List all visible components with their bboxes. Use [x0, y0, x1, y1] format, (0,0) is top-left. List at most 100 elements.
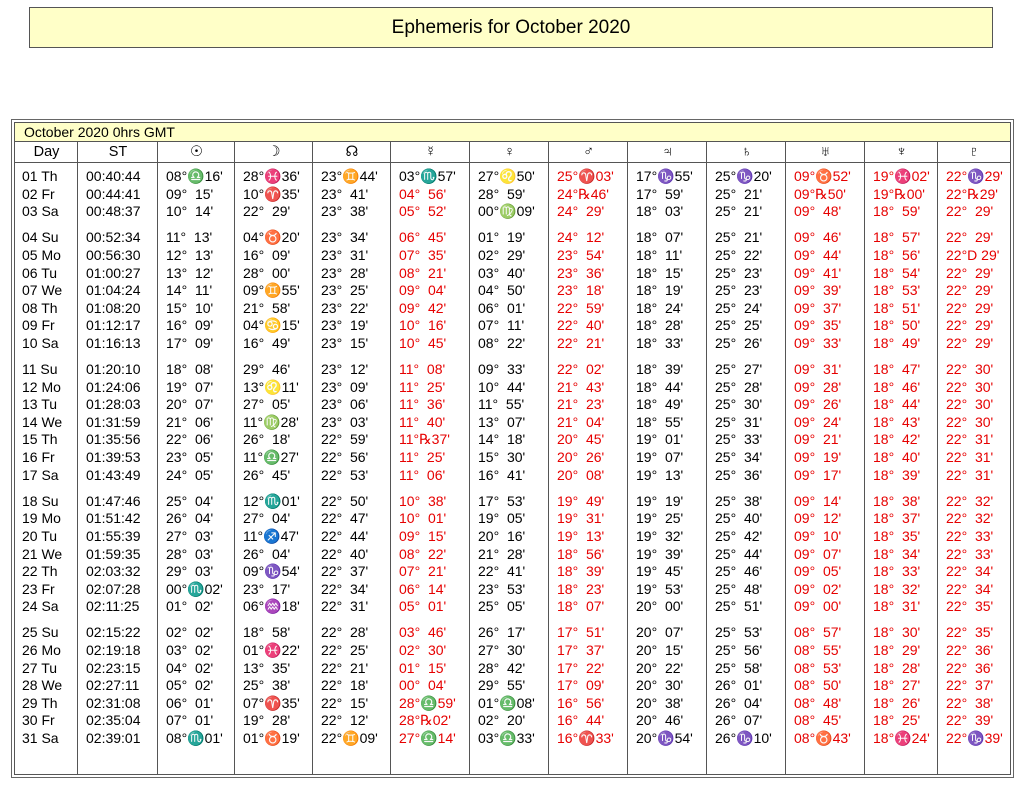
cell-jupiter: 17°♑55' [636, 168, 693, 184]
cell-sun: 29° 03' [166, 563, 214, 580]
cell-mercury: 03°♏57' [399, 168, 456, 184]
cell-sun: 26° 04' [166, 510, 214, 527]
cell-st: 00:52:34 [86, 229, 141, 246]
cell-venus: 09° 33' [478, 361, 526, 377]
cell-sun: 08°♎16' [166, 168, 223, 184]
cell-jupiter: 18° 03' [636, 203, 684, 220]
cell-pluto: 22° 34' [946, 580, 994, 597]
cell-day: 02 Fr [22, 185, 55, 202]
cell-node: 23°♊44' [321, 168, 378, 184]
cell-jupiter: 18° 44' [636, 378, 684, 395]
table-row: 22 Th 02:03:32 29° 03' 09°♑54' 22° 37' 07° 21… [15, 563, 1010, 580]
cell-venus: 22° 41' [478, 563, 526, 580]
cell-pluto: 22°♑29' [946, 168, 1003, 184]
cell-mercury: 11° 25' [399, 378, 446, 395]
cell-day: 26 Mo [22, 642, 61, 658]
cell-node: 22° 18' [321, 677, 369, 694]
cell-venus: 29° 55' [478, 677, 526, 694]
cell-venus: 21° 28' [478, 545, 526, 562]
cell-uranus: 09°♉52' [794, 168, 851, 184]
header-saturn: ♄ [741, 144, 752, 160]
page-title-box: Ephemeris for October 2020 [29, 7, 993, 48]
cell-sun: 02° 02' [166, 624, 214, 641]
cell-node: 22° 15' [321, 694, 369, 711]
cell-st: 01:39:53 [86, 449, 141, 465]
cell-mars: 18° 23' [557, 580, 605, 597]
cell-neptune: 18° 43' [873, 413, 921, 430]
cell-saturn: 25° 27' [715, 361, 763, 377]
cell-uranus: 09° 26' [794, 396, 842, 413]
cell-mars: 23° 54' [557, 246, 605, 263]
cell-day: 03 Sa [22, 203, 59, 220]
cell-neptune: 18° 38' [873, 492, 921, 509]
cell-sun: 05° 02' [166, 677, 214, 694]
table-row: 16 Fr 01:39:53 23° 05' 11°♎27' 22° 56' 11° 25… [15, 449, 1010, 466]
cell-moon: 26° 45' [243, 466, 291, 483]
header-node: ☊ [345, 144, 359, 160]
cell-pluto: 22° 29' [946, 203, 994, 220]
cell-pluto: 22° 33' [946, 527, 994, 544]
cell-sun: 01° 02' [166, 598, 214, 615]
cell-venus: 01°♎08' [478, 694, 535, 711]
cell-node: 22°♊09' [321, 730, 378, 746]
cell-node: 22° 56' [321, 449, 369, 465]
cell-node: 22° 34' [321, 580, 369, 597]
ephemeris-table: October 2020 0hrs GMT Day ST ☉ ☽ ☊ ☿ ♀ ♂ ♃ ♄ ♅ ♆ ♇ 0… [11, 119, 1014, 778]
cell-node: 22° 25' [321, 642, 369, 658]
cell-pluto: 22° 31' [946, 466, 994, 483]
cell-saturn: 25° 44' [715, 545, 763, 562]
column-divider [312, 142, 313, 774]
cell-mars: 16°♈33' [557, 730, 614, 746]
cell-mercury: 00° 04' [399, 677, 447, 694]
column-divider [785, 142, 786, 774]
cell-venus: 10° 44' [478, 378, 526, 395]
table-row: 21 We 01:59:35 28° 03' 26° 04' 22° 40' 08° 22… [15, 546, 1010, 563]
cell-day: 28 We [22, 677, 63, 694]
cell-node: 22° 31' [321, 598, 369, 615]
cell-mercury: 28°♎59' [399, 694, 456, 711]
cell-saturn: 25°♑20' [715, 168, 772, 184]
cell-moon: 10°♈35' [243, 185, 300, 202]
cell-venus: 14° 18' [478, 431, 526, 448]
cell-day: 08 Th [22, 299, 58, 316]
header-day: Day [33, 144, 60, 160]
cell-st: 01:43:49 [86, 466, 141, 483]
cell-sun: 06° 01' [166, 694, 214, 711]
table-row: 20 Tu 01:55:39 27° 03' 11°♐47' 22° 44' 09° 15… [15, 528, 1010, 545]
header-st: ST [108, 144, 128, 160]
cell-sun: 19° 07' [166, 378, 214, 395]
cell-sun: 00°♏02' [166, 580, 223, 597]
cell-uranus: 09° 24' [794, 413, 842, 430]
cell-mars: 22° 40' [557, 317, 605, 334]
cell-st: 02:39:01 [86, 730, 141, 746]
cell-st: 02:11:25 [86, 598, 140, 615]
cell-saturn: 25° 33' [715, 431, 763, 448]
cell-saturn: 25° 31' [715, 413, 763, 430]
cell-neptune: 18° 33' [873, 563, 921, 580]
cell-pluto: 22° 38' [946, 694, 994, 711]
column-divider [390, 142, 391, 774]
cell-mercury: 09° 42' [399, 299, 447, 316]
cell-day: 31 Sa [22, 730, 59, 746]
cell-saturn: 25° 53' [715, 624, 763, 641]
cell-neptune: 18° 37' [873, 510, 921, 527]
cell-moon: 11°♍28' [243, 413, 299, 430]
cell-jupiter: 18° 15' [636, 264, 684, 281]
cell-uranus: 09° 33' [794, 334, 842, 351]
cell-pluto: 22° 30' [946, 396, 994, 413]
cell-saturn: 25° 58' [715, 659, 763, 676]
cell-pluto: 22° 29' [946, 264, 994, 281]
cell-pluto: 22° 30' [946, 413, 994, 430]
page-title: Ephemeris for October 2020 [391, 16, 631, 38]
cell-pluto: 22° 30' [946, 378, 994, 395]
cell-saturn: 25° 48' [715, 580, 763, 597]
cell-sun: 08°♏01' [166, 730, 223, 746]
cell-uranus: 09° 00' [794, 598, 842, 615]
cell-mercury: 09° 04' [399, 282, 447, 299]
cell-jupiter: 18° 11' [636, 246, 683, 263]
cell-venus: 25° 05' [478, 598, 526, 615]
cell-venus: 02° 20' [478, 712, 526, 729]
cell-venus: 19° 05' [478, 510, 526, 527]
table-row: 19 Mo 01:51:42 26° 04' 27° 04' 22° 47' 10° 01… [15, 510, 1010, 527]
cell-uranus: 09° 44' [794, 246, 842, 263]
